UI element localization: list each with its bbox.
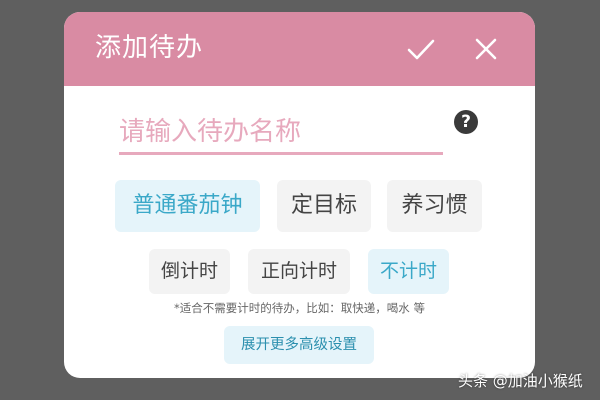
- watermark: 头条 @加油小猴纸: [458, 372, 583, 390]
- timer-none-option[interactable]: 不计时: [368, 249, 449, 294]
- dialog-header: 添加待办: [64, 12, 535, 86]
- timer-hint-text: *适合不需要计时的待办，比如：取快递，喝水 等: [174, 301, 425, 315]
- close-icon: [475, 38, 497, 60]
- checkmark-icon: [407, 39, 435, 60]
- dialog-title: 添加待办: [95, 33, 204, 63]
- mode-pomodoro-option[interactable]: 普通番茄钟: [115, 180, 260, 232]
- timer-countup-option[interactable]: 正向计时: [248, 249, 350, 294]
- todo-name-input[interactable]: [119, 112, 439, 152]
- timer-countdown-option[interactable]: 倒计时: [149, 249, 230, 294]
- screen: 添加待办 ? 普通番茄钟 定目标 养习惯 倒计时 正向计时 不计时 *适合不需要…: [0, 0, 600, 400]
- input-underline: [119, 152, 443, 155]
- confirm-button[interactable]: [404, 32, 438, 66]
- help-icon[interactable]: ?: [454, 110, 478, 134]
- close-button[interactable]: [469, 32, 503, 66]
- mode-habit-option[interactable]: 养习惯: [387, 180, 482, 232]
- mode-goal-option[interactable]: 定目标: [277, 180, 371, 232]
- add-todo-dialog: 添加待办 ? 普通番茄钟 定目标 养习惯 倒计时 正向计时 不计时 *适合不需要…: [64, 12, 535, 378]
- advanced-settings-button[interactable]: 展开更多高级设置: [224, 326, 374, 364]
